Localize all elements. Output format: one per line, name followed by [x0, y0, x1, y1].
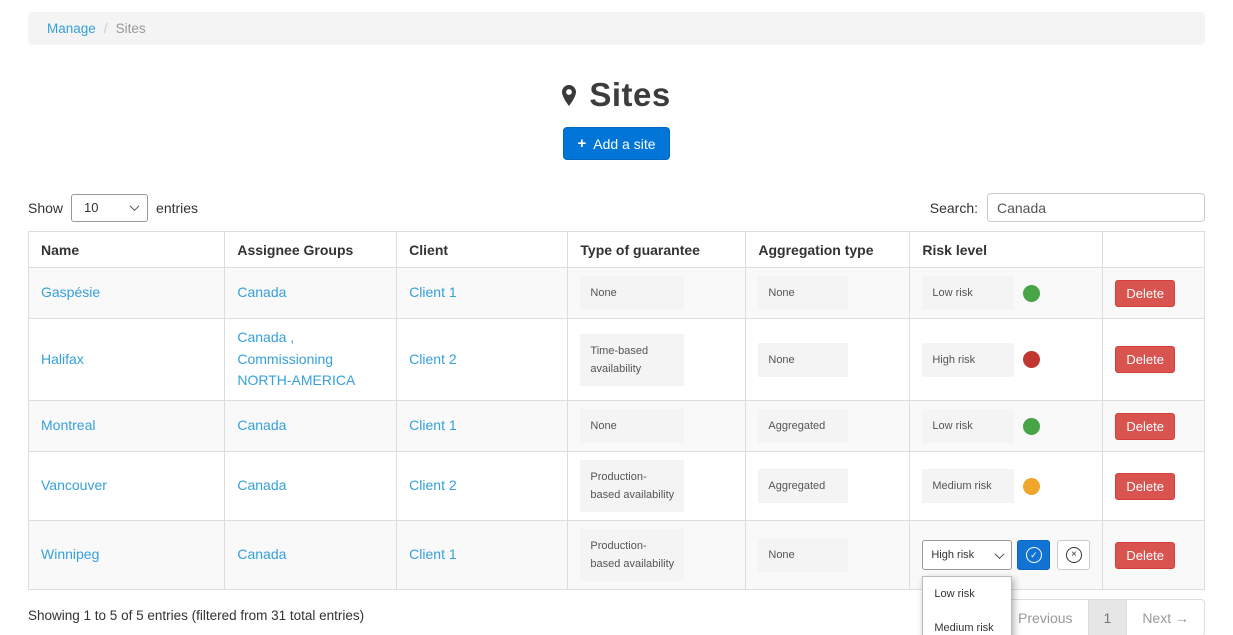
add-site-button[interactable]: + Add a site	[563, 127, 669, 160]
page-size-value: 10	[84, 200, 98, 215]
breadcrumb-current: Sites	[116, 21, 146, 36]
column-header-risk-level: Risk level	[910, 232, 1103, 268]
map-pin-icon	[562, 85, 576, 106]
plus-icon: +	[577, 135, 586, 152]
risk-editable[interactable]: High risk	[922, 343, 1014, 377]
guarantee-editable[interactable]: Time-based availability	[580, 334, 684, 386]
breadcrumb-link-manage[interactable]: Manage	[47, 21, 96, 36]
risk-editable[interactable]: Medium risk	[922, 469, 1014, 503]
aggregation-editable[interactable]: None	[758, 538, 848, 572]
aggregation-editable[interactable]: Aggregated	[758, 469, 848, 503]
add-site-label: Add a site	[593, 136, 655, 152]
risk-dot-orange-icon	[1023, 478, 1040, 495]
pagination-next-button[interactable]: Next →	[1126, 599, 1205, 635]
table-row: Vancouver Canada Client 2 Production-bas…	[29, 452, 1205, 521]
pagination: ← Previous 1 Next →	[984, 599, 1205, 635]
delete-button[interactable]: Delete	[1115, 280, 1175, 307]
assignee-group-link[interactable]: Canada	[237, 417, 286, 433]
check-circle-icon: ✓	[1026, 547, 1042, 563]
risk-dot-green-icon	[1023, 418, 1040, 435]
delete-button[interactable]: Delete	[1115, 473, 1175, 500]
page: Manage/Sites Sites + Add a site Show 10 …	[0, 0, 1233, 635]
chevron-down-icon	[995, 549, 1005, 559]
site-link[interactable]: Gaspésie	[41, 284, 100, 300]
site-link[interactable]: Montreal	[41, 417, 95, 433]
guarantee-editable[interactable]: None	[580, 409, 684, 443]
search-label: Search:	[930, 200, 978, 216]
cancel-button[interactable]: ×	[1057, 540, 1090, 570]
client-link[interactable]: Client 1	[409, 284, 456, 300]
aggregation-editable[interactable]: Aggregated	[758, 409, 848, 443]
column-header-assignee-groups: Assignee Groups	[225, 232, 397, 268]
client-link[interactable]: Client 2	[409, 351, 456, 367]
guarantee-editable[interactable]: Production-based availability	[580, 460, 684, 512]
risk-options-dropdown: Low risk Medium risk High risk	[922, 576, 1012, 635]
breadcrumb-separator: /	[104, 21, 108, 36]
aggregation-editable[interactable]: None	[758, 276, 848, 310]
client-link[interactable]: Client 1	[409, 546, 456, 562]
risk-select[interactable]: High risk	[922, 540, 1012, 570]
site-link[interactable]: Halifax	[41, 351, 84, 367]
delete-button[interactable]: Delete	[1115, 346, 1175, 373]
assignee-group-link[interactable]: Canada	[237, 546, 286, 562]
search-input[interactable]	[987, 193, 1205, 222]
site-link[interactable]: Vancouver	[41, 477, 107, 493]
breadcrumb: Manage / Sites	[28, 12, 1205, 45]
risk-select-value: High risk	[931, 549, 974, 561]
client-link[interactable]: Client 1	[409, 417, 456, 433]
table-row: Montreal Canada Client 1 None Aggregated…	[29, 401, 1205, 452]
chevron-down-icon	[130, 201, 140, 211]
assignee-group-link[interactable]: Canada , Commissioning NORTH-AMERICA	[237, 329, 355, 388]
page-title: Sites	[589, 76, 670, 114]
entries-summary: Showing 1 to 5 of 5 entries (filtered fr…	[28, 599, 364, 623]
guarantee-editable[interactable]: Production-based availability	[580, 529, 684, 581]
guarantee-editable[interactable]: None	[580, 276, 684, 310]
assignee-group-link[interactable]: Canada	[237, 477, 286, 493]
page-size-select[interactable]: 10	[71, 194, 148, 222]
risk-inline-editor: High risk ✓ × Low risk Medium risk Hi	[922, 540, 1090, 570]
column-header-name: Name	[29, 232, 225, 268]
column-header-aggregation: Aggregation type	[746, 232, 910, 268]
column-header-actions	[1103, 232, 1205, 268]
sites-table: Name Assignee Groups Client Type of guar…	[28, 231, 1205, 590]
table-row: Winnipeg Canada Client 1 Production-base…	[29, 521, 1205, 590]
risk-option-low[interactable]: Low risk	[923, 577, 1011, 611]
risk-dot-red-icon	[1023, 351, 1040, 368]
confirm-button[interactable]: ✓	[1017, 540, 1050, 570]
risk-option-medium[interactable]: Medium risk	[923, 611, 1011, 635]
delete-button[interactable]: Delete	[1115, 413, 1175, 440]
column-header-client: Client	[397, 232, 568, 268]
table-row: Halifax Canada , Commissioning NORTH-AME…	[29, 319, 1205, 401]
site-link[interactable]: Winnipeg	[41, 546, 99, 562]
assignee-group-link[interactable]: Canada	[237, 284, 286, 300]
aggregation-editable[interactable]: None	[758, 343, 848, 377]
column-header-guarantee: Type of guarantee	[568, 232, 746, 268]
x-circle-icon: ×	[1066, 547, 1082, 563]
client-link[interactable]: Client 2	[409, 477, 456, 493]
delete-button[interactable]: Delete	[1115, 542, 1175, 569]
table-header-row: Name Assignee Groups Client Type of guar…	[29, 232, 1205, 268]
risk-editable[interactable]: Low risk	[922, 276, 1014, 310]
table-row: Gaspésie Canada Client 1 None None Low r…	[29, 268, 1205, 319]
show-label: Show	[28, 200, 63, 216]
entries-label: entries	[156, 200, 198, 216]
risk-editable[interactable]: Low risk	[922, 409, 1014, 443]
pagination-page-1-button[interactable]: 1	[1088, 599, 1128, 635]
risk-dot-green-icon	[1023, 285, 1040, 302]
